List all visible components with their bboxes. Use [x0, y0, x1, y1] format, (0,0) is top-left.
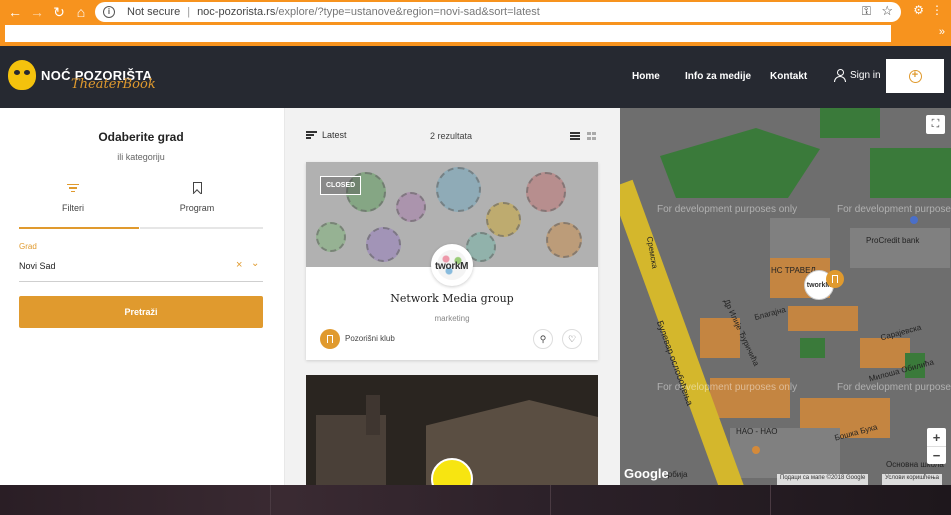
map-dev-watermark: For development purposes only [657, 204, 798, 215]
card-title[interactable]: Network Media group [306, 292, 598, 305]
map-label-blagajna: Благајна [753, 304, 787, 323]
info-icon[interactable]: i [103, 6, 115, 18]
tab-program[interactable]: Program [136, 180, 258, 213]
url-path: /explore/?type=ustanove&region=novi-sad&… [275, 6, 540, 18]
zoom-controls: + − [927, 428, 946, 464]
zoom-in-button[interactable]: + [927, 428, 946, 446]
bookmarks-bar [5, 25, 891, 42]
search-button[interactable]: Pretraži [19, 296, 263, 328]
map-label-procredit: ProCredit bank [866, 236, 920, 245]
grid-view-icon[interactable] [587, 132, 596, 140]
browser-nav-buttons: ← → ↻ ⌂ [6, 3, 90, 21]
extension-icons: ⚙ ⋮ [913, 3, 943, 17]
more-bookmarks-button[interactable]: » [939, 26, 945, 38]
grad-label: Grad [19, 242, 37, 251]
plus-circle-icon: + [908, 69, 922, 83]
filter-icon [67, 183, 79, 193]
tab-divider [140, 227, 263, 229]
sort-label: Latest [322, 130, 347, 140]
quick-view-search-icon[interactable]: ⚲ [533, 329, 553, 349]
back-arrow-icon[interactable]: ← [6, 3, 24, 21]
taskbar-segment [270, 485, 271, 515]
browser-toolbar: ← → ↻ ⌂ i Not secure | noc-pozorista.rs/… [0, 0, 951, 46]
map-label-hao: НАО - НАО [736, 427, 778, 436]
listing-card-2[interactable] [306, 375, 598, 485]
map-terms-link[interactable]: Услови коришћења [882, 474, 942, 485]
security-label: Not secure [127, 6, 181, 18]
google-logo: Google [624, 466, 669, 481]
clear-icon[interactable]: × [236, 259, 242, 271]
grad-underline [19, 281, 263, 282]
key-icon[interactable]: ⚿ [862, 4, 871, 19]
filter-title: Odaberite grad [98, 130, 184, 144]
site-header: NOĆ POZORIŠTA TheaterBook Home Info za m… [0, 46, 951, 108]
card-avatar: tworkM [431, 244, 473, 286]
theater-mask-icon [8, 60, 36, 90]
taskbar-segment [770, 485, 771, 515]
filter-subtitle: ili kategoriju [117, 152, 165, 162]
address-bar[interactable]: i Not secure | noc-pozorista.rs/explore/… [95, 2, 901, 22]
map-attribution: Подаци са мапе ©2018 Google [777, 474, 869, 485]
home-icon[interactable]: ⌂ [72, 3, 90, 21]
results-count: 2 rezultata [430, 131, 473, 141]
nav-kontakt[interactable]: Kontakt [770, 71, 807, 82]
card-category: marketing [434, 314, 470, 323]
list-view-icon[interactable] [570, 132, 580, 140]
card-chip-label[interactable]: Pozorišni klub [345, 334, 395, 343]
user-icon [834, 69, 846, 82]
os-taskbar [0, 485, 951, 515]
card-avatar-text: tworkM [435, 261, 469, 272]
star-icon[interactable]: ☆ [881, 3, 893, 19]
results-column: Latest 2 rezultata CLOSED tworkM Network… [285, 108, 620, 485]
sort-control[interactable]: Latest [306, 130, 347, 140]
poi-pin-icon[interactable] [752, 446, 760, 454]
zoom-out-button[interactable]: − [927, 446, 946, 464]
bookmark-icon [192, 182, 202, 194]
site-logo[interactable]: NOĆ POZORIŠTA TheaterBook [8, 60, 156, 92]
map-marker-bookmark-icon[interactable] [826, 270, 844, 288]
grad-select[interactable]: Novi Sad [19, 261, 56, 271]
logo-script-text: TheaterBook [71, 76, 156, 92]
sign-in-label: Sign in [850, 69, 881, 81]
nav-home[interactable]: Home [632, 71, 660, 82]
sign-in-link[interactable]: Sign in [834, 69, 881, 82]
taskbar-segment [550, 485, 551, 515]
tab-program-label: Program [179, 203, 215, 213]
category-bookmark-icon [320, 329, 340, 349]
url-host: noc-pozorista.rs [197, 6, 276, 18]
add-listing-button[interactable]: + [886, 59, 944, 93]
logo-text: NOĆ POZORIŠTA TheaterBook [41, 68, 156, 92]
nav-info-za-medije[interactable]: Info za medije [685, 71, 751, 82]
map-dev-watermark: For development purposes only [837, 204, 951, 215]
map-dev-watermark: For development purposes only [837, 382, 951, 393]
url-separator: | [187, 6, 191, 18]
tab-filteri-label: Filteri [62, 203, 84, 213]
chevron-down-icon[interactable]: ⌄ [251, 258, 259, 269]
active-tab-indicator [19, 227, 139, 229]
extension-icon[interactable]: ⚙ [913, 3, 924, 17]
sort-icon [306, 131, 317, 139]
reload-icon[interactable]: ↻ [50, 3, 68, 21]
fullscreen-icon[interactable]: ⛶ [926, 115, 945, 134]
heart-icon[interactable]: ♡ [562, 329, 582, 349]
bank-pin-icon[interactable] [910, 216, 918, 224]
filter-panel: Odaberite grad ili kategoriju Filteri Pr… [0, 108, 285, 485]
closed-badge: CLOSED [320, 176, 362, 195]
url-text[interactable]: noc-pozorista.rs/explore/?type=ustanove&… [197, 6, 540, 18]
map-view[interactable]: For development purposes only For develo… [620, 108, 951, 485]
listing-card[interactable]: CLOSED tworkM Network Media group market… [306, 162, 598, 360]
menu-dots-icon[interactable]: ⋮ [931, 3, 943, 17]
tab-filteri[interactable]: Filteri [12, 180, 134, 213]
forward-arrow-icon[interactable]: → [28, 3, 46, 21]
